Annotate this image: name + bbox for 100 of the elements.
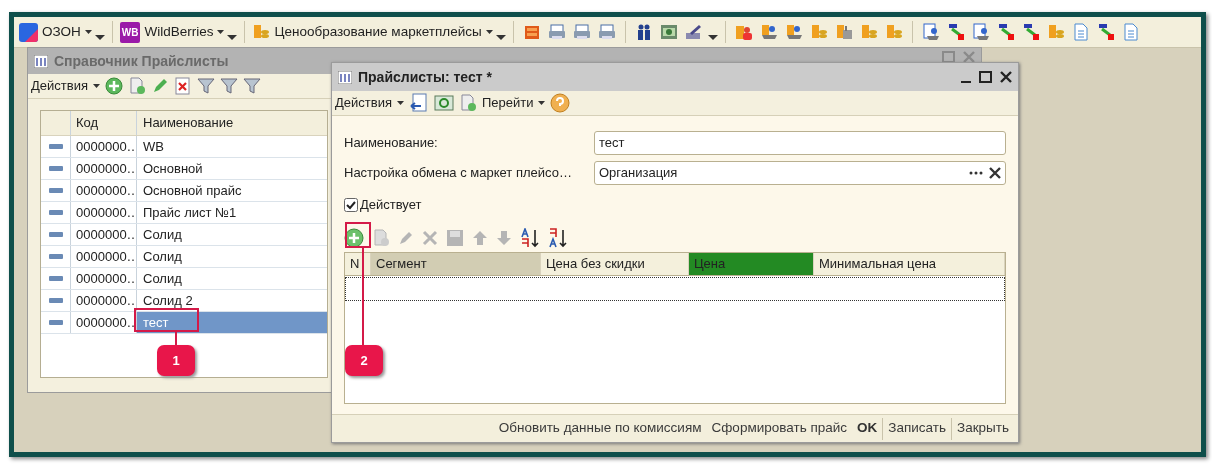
table-cell: 0000000… [71,202,137,223]
field-value: Организация [599,164,679,183]
dropdown-arrow-icon[interactable] [94,34,105,40]
factory-icon[interactable] [834,23,853,41]
leader-line [175,332,177,345]
footer-button[interactable]: Записать [883,418,951,439]
printer-icon[interactable] [547,23,566,41]
item-icon [48,320,63,325]
table-cell[interactable]: Солид [137,268,327,289]
coins-icon [252,23,271,41]
item-icon [48,188,63,193]
document-icon[interactable] [971,23,990,41]
caret-icon[interactable] [217,30,225,34]
column-header[interactable]: Сегмент [371,253,541,275]
window-icon [338,70,352,84]
banknote-icon[interactable] [659,23,678,41]
document-icon[interactable] [921,23,940,41]
window-icon [34,54,48,68]
table-cell[interactable]: Солид 2 [137,290,327,311]
table-cell[interactable]: Основной [137,158,327,179]
table-cell[interactable]: Солид [137,246,327,267]
callout-badge: 2 [345,345,383,376]
window-title: Справочник Прайслисты [54,51,229,71]
close-icon[interactable] [1000,71,1012,83]
maximize-icon[interactable] [979,71,992,83]
table-cell: 0000000… [71,136,137,157]
printer-icon[interactable] [597,23,616,41]
filter-icon[interactable] [196,77,215,95]
dropdown-arrow-icon[interactable] [227,34,238,40]
ellipsis-icon[interactable] [969,171,983,175]
menu-item[interactable]: Ценообразование маркетплейсы [273,21,483,43]
checkbox-label: Действует [360,196,422,215]
drawer-icon[interactable] [522,23,541,41]
sort-descending-icon[interactable] [548,228,568,248]
menu-item[interactable]: ОЗОН [41,21,82,43]
table-cell: 0000000… [71,224,137,245]
window-title: Прайслисты: тест * [358,67,492,87]
dropdown-arrow-icon[interactable] [707,34,718,40]
input-field[interactable]: тест [594,131,1006,155]
footer-button[interactable]: Сформировать прайс [706,418,853,439]
filter-icon[interactable] [219,77,238,95]
table-cell: 0000000… [71,180,137,201]
callout-badge: 1 [157,345,195,376]
actions-menu[interactable]: Действия [31,76,88,96]
refresh-icon[interactable] [433,93,454,113]
table-cell: 0000000… [71,246,137,267]
transfer-icon[interactable] [1096,23,1115,41]
field-value: тест [599,134,626,153]
item-icon [48,166,63,171]
column-header[interactable]: Цена [689,253,814,275]
footer-button[interactable]: OK [852,418,883,439]
clear-icon[interactable] [989,167,1001,179]
printer-icon[interactable] [572,23,591,41]
table-cell[interactable]: Солид [137,224,327,245]
highlight-frame [345,222,371,248]
dropdown-arrow-icon[interactable] [495,34,506,40]
item-icon [48,144,63,149]
column-header[interactable]: Код [71,111,137,135]
highlight-frame [134,308,199,332]
menu-item[interactable]: WildBerries [143,21,215,43]
save-close-icon[interactable] [408,93,429,113]
empty-row[interactable] [345,277,1005,301]
cart-icon[interactable] [759,23,778,41]
delete-icon[interactable] [173,77,192,95]
table-cell: 0000000… [71,158,137,179]
pen-icon[interactable] [684,23,703,41]
transfer-icon[interactable] [946,23,965,41]
caret-icon[interactable] [538,101,546,105]
logo: WB [119,21,141,43]
field-label: Наименование: [344,134,439,153]
column-header[interactable]: Минимальная цена [814,253,1005,275]
goto-menu[interactable]: Перейти [481,93,534,113]
actions-menu[interactable]: Действия [335,93,392,113]
caret-icon[interactable] [396,101,404,105]
filter-icon[interactable] [242,77,261,95]
transfer-icon[interactable] [1021,23,1040,41]
item-icon [48,276,63,281]
caret-icon[interactable] [92,84,100,88]
sort-ascending-icon[interactable] [520,228,540,248]
footer-button[interactable]: Обновить данные по комиссиям [493,418,707,439]
table-cell[interactable]: WB [137,136,327,157]
checkbox[interactable] [344,198,358,212]
column-header[interactable]: Наименование [137,111,327,135]
table-cell: 0000000… [71,268,137,289]
add-icon[interactable] [344,228,364,248]
item-icon [48,210,63,215]
item-icon [48,254,63,259]
transfer-icon[interactable] [996,23,1015,41]
table-cell[interactable]: Основной прайс [137,180,327,201]
table-cell[interactable]: Прайс лист №1 [137,202,327,223]
caret-icon[interactable] [84,30,92,34]
cart-icon[interactable] [784,23,803,41]
add-icon[interactable] [104,77,123,95]
ozon-logo-icon [19,22,38,42]
item-icon [48,232,63,237]
footer-button[interactable]: Закрыть [952,418,1014,439]
field-label: Настройка обмена с маркет плейсо… [344,164,573,183]
caret-icon[interactable] [485,30,493,34]
select-field[interactable]: Организация [594,161,1006,185]
person-icon[interactable] [734,23,753,41]
